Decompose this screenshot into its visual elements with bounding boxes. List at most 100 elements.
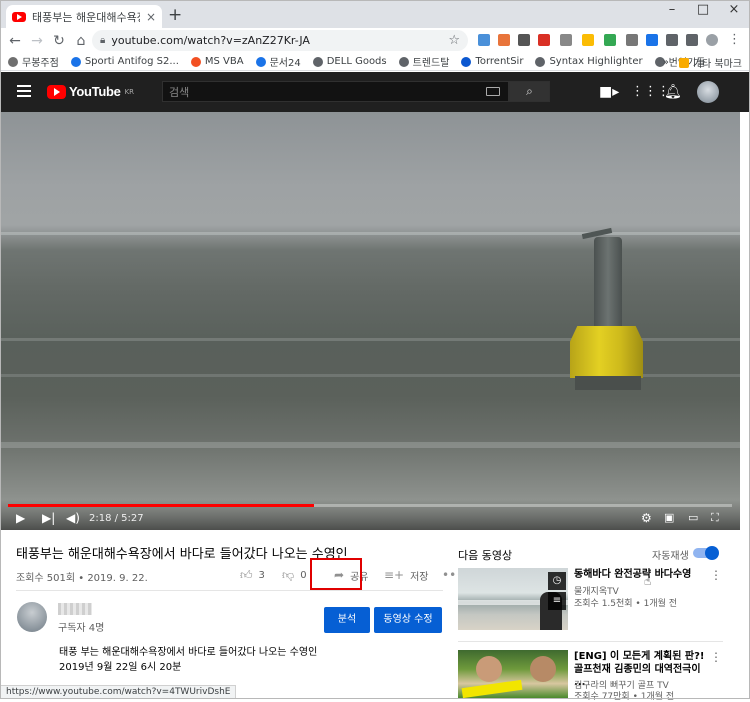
dislike-count: 0: [300, 569, 307, 581]
extension-download-icon[interactable]: [478, 34, 490, 46]
buoy-base: [575, 376, 641, 390]
autoplay-toggle[interactable]: [693, 546, 719, 560]
extension-grey-icon[interactable]: [560, 34, 572, 46]
reload-icon[interactable]: ↻: [48, 30, 70, 52]
new-tab-button[interactable]: +: [168, 6, 182, 24]
puzzle-icon[interactable]: [666, 34, 678, 46]
tab-strip: 태풍부는 해운대해수욕장에 × + – □ ×: [0, 0, 750, 28]
bookmarks-overflow-button[interactable]: »: [663, 57, 669, 68]
playlist-icon[interactable]: [686, 34, 698, 46]
subscriber-count: 구독자 4명: [58, 623, 105, 634]
extension-blue-icon[interactable]: [646, 34, 658, 46]
extension-dark-icon[interactable]: [518, 34, 530, 46]
next-video-icon[interactable]: ▶|: [42, 510, 55, 526]
camera-icon[interactable]: [626, 34, 638, 46]
miniplayer-icon[interactable]: ▣: [664, 510, 674, 526]
theater-mode-icon[interactable]: ▭: [688, 510, 698, 526]
bookmark-item[interactable]: 무봉주점: [8, 54, 59, 69]
youtube-play-logo-icon: [47, 84, 66, 99]
bookmark-favicon-icon: [190, 56, 201, 67]
bookmark-item[interactable]: DELL Goods: [312, 56, 387, 67]
channel-avatar[interactable]: [17, 602, 47, 632]
maximize-button[interactable]: □: [688, 2, 718, 17]
extension-orange-icon[interactable]: [498, 34, 510, 46]
other-bookmarks[interactable]: 기타 북마크: [678, 55, 742, 70]
address-url[interactable]: youtube.com/watch?v=zAnZ27Kr-JA: [111, 34, 442, 47]
fullscreen-icon[interactable]: ⛶: [711, 510, 719, 526]
bookmark-item[interactable]: 트렌드탈: [398, 54, 449, 69]
bookmark-label: Sporti Antifog S2...: [84, 56, 179, 67]
notifications-bell-icon[interactable]: 🔔︎: [664, 84, 682, 100]
progress-bar[interactable]: [8, 504, 732, 507]
bookmark-item[interactable]: MS VBA: [190, 56, 244, 67]
bookmark-item[interactable]: Syntax Highlighter: [535, 56, 643, 67]
search-button[interactable]: ⌕: [509, 81, 550, 102]
tab-title: 태풍부는 해운대해수욕장에: [32, 10, 140, 24]
page-gutter: [740, 112, 750, 699]
bookmarks-bar-right: » 기타 북마크: [663, 55, 742, 70]
thumbs-down-icon: 👎︎: [282, 567, 295, 582]
search-input[interactable]: 검색: [162, 81, 509, 102]
hamburger-menu-icon[interactable]: [17, 85, 31, 97]
toggle-knob: [705, 546, 719, 560]
recommendation-item[interactable]: ◷ ≡ 동해바다 완전공략 바다수영 물개지옥TV 조회수 1.5천회 • 1개…: [458, 568, 728, 634]
bookmark-label: TorrentSir: [475, 56, 524, 67]
video-player[interactable]: ▶ ▶| ◀) 2:18 / 5:27 ⚙ ▣ ▭ ⛶: [0, 112, 740, 530]
rec-more-menu-icon[interactable]: ⋮: [710, 650, 722, 664]
chrome-menu-icon[interactable]: ⋮: [728, 32, 741, 47]
time-display: 2:18 / 5:27: [89, 513, 144, 524]
bookmark-item[interactable]: TorrentSir: [461, 56, 523, 67]
tab-close-icon[interactable]: ×: [146, 10, 156, 24]
bookmark-favicon-icon: [8, 56, 18, 67]
extension-yellow-icon[interactable]: [582, 34, 594, 46]
create-video-icon[interactable]: ■▸: [599, 84, 619, 100]
account-avatar[interactable]: [697, 81, 719, 103]
bookmark-label: 무봉주점: [22, 58, 59, 69]
youtube-masthead: YouTube KR 검색 ⌕ ■▸ ⋮⋮⋮ 🔔︎: [0, 72, 750, 112]
region-code: KR: [124, 87, 135, 96]
bookmark-label: Syntax Highlighter: [549, 56, 643, 67]
extension-red-icon[interactable]: [538, 34, 550, 46]
autoplay-label: 자동재생: [652, 551, 689, 562]
browser-toolbar: ← → ↻ ⌂ 🔒︎ youtube.com/watch?v=zAnZ27Kr-…: [0, 28, 750, 53]
home-icon[interactable]: ⌂: [70, 30, 92, 52]
link-status-bar: https://www.youtube.com/watch?v=4TWUrivD…: [0, 685, 237, 699]
bookmark-label: 문서24: [269, 58, 301, 69]
minimize-button[interactable]: –: [657, 2, 687, 17]
play-icon[interactable]: ▶: [16, 510, 25, 526]
save-button[interactable]: ≡+ 저장: [384, 565, 438, 585]
rec-views: 조회수 1.5천회 • 1개월 전: [574, 599, 678, 609]
watch-later-clock-icon[interactable]: ◷: [548, 572, 566, 590]
forward-icon[interactable]: →: [26, 30, 48, 52]
like-count: 3: [258, 569, 265, 581]
lock-icon[interactable]: 🔒︎: [100, 35, 105, 46]
add-to-queue-icon[interactable]: ≡: [548, 592, 566, 610]
divider: [458, 641, 723, 642]
bookmark-item[interactable]: 문서24: [255, 54, 301, 69]
extension-green-icon[interactable]: [604, 34, 616, 46]
rec-more-menu-icon[interactable]: ⋮: [710, 568, 722, 582]
browser-tab-active[interactable]: 태풍부는 해운대해수욕장에 ×: [6, 5, 162, 28]
profile-avatar[interactable]: [706, 34, 718, 46]
settings-gear-icon[interactable]: ⚙: [641, 510, 652, 526]
channel-name-redacted[interactable]: [58, 603, 92, 615]
progress-played: [8, 504, 314, 507]
bookmark-favicon-icon: [312, 56, 323, 67]
bookmark-star-icon[interactable]: ☆: [448, 33, 460, 48]
keyboard-icon[interactable]: [486, 87, 500, 96]
close-window-button[interactable]: ×: [719, 2, 749, 17]
like-button[interactable]: 👍︎ 3: [240, 565, 280, 585]
divider: [16, 590, 443, 591]
bookmark-favicon-icon: [255, 56, 266, 67]
recommendation-item[interactable]: [ENG] 이 모든게 계획된 판?! 골프천재 김종민의 대역전극이 ... …: [458, 650, 728, 702]
address-bar[interactable]: 🔒︎ youtube.com/watch?v=zAnZ27Kr-JA ☆: [92, 30, 468, 51]
description-line: 2019년 9월 22일 6시 20분: [59, 662, 182, 673]
volume-icon[interactable]: ◀): [66, 510, 80, 526]
bookmark-item[interactable]: Sporti Antifog S2...: [70, 56, 179, 67]
youtube-logo[interactable]: YouTube KR: [47, 84, 134, 99]
back-icon[interactable]: ←: [4, 30, 26, 52]
video-thumbnail[interactable]: [458, 650, 568, 698]
edit-video-button[interactable]: 동영상 수정: [374, 607, 442, 633]
analytics-button[interactable]: 분석: [324, 607, 370, 633]
folder-icon: [678, 57, 689, 68]
